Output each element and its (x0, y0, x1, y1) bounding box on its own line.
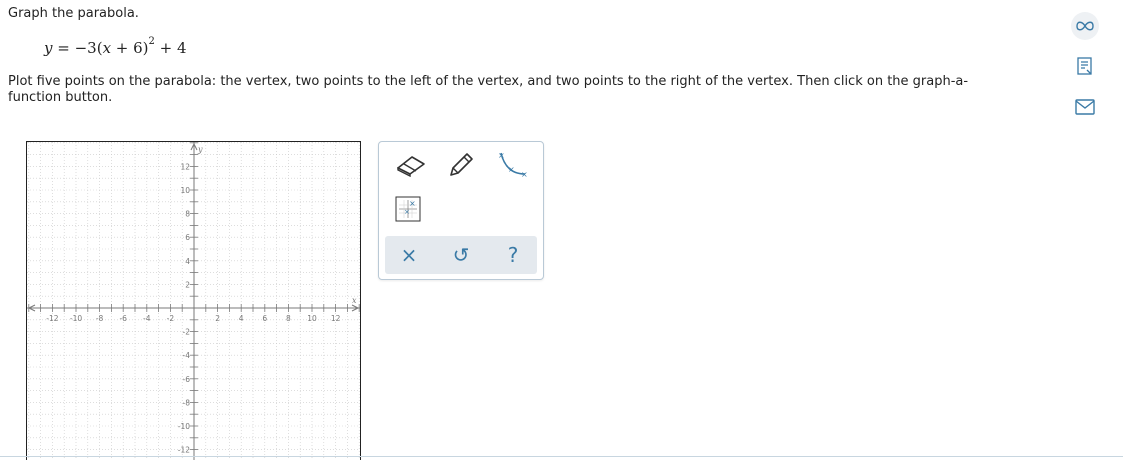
y-tick-label: -6 (183, 375, 191, 384)
help-button[interactable]: ? (491, 236, 535, 274)
y-tick-label: -8 (183, 398, 191, 407)
notes-icon (1075, 56, 1095, 80)
svg-text:×: × (498, 151, 505, 160)
y-tick-label: 8 (185, 210, 190, 219)
y-tick-label: 12 (180, 162, 190, 171)
equation-exponent: 2 (148, 36, 155, 47)
y-tick-label: -12 (178, 446, 190, 455)
y-tick-label: 6 (185, 233, 190, 242)
svg-text:×: × (409, 199, 416, 208)
equation-coef: −3( (74, 39, 103, 57)
x-tick-label: -2 (167, 314, 175, 323)
x-axis-label: x (352, 296, 357, 305)
equation-tail: + 4 (154, 39, 187, 57)
svg-text:×: × (404, 208, 410, 216)
y-tick-label: 4 (185, 257, 190, 266)
pencil-tool[interactable] (443, 150, 479, 184)
y-tick-label: -10 (178, 422, 190, 431)
x-tick-label: -10 (70, 314, 82, 323)
svg-text:×: × (508, 165, 515, 174)
tool-panel: × × × × × × ↺ ? (378, 141, 544, 280)
x-tick-label: -8 (96, 314, 104, 323)
pencil-icon (447, 151, 475, 183)
equation-inner: + 6) (111, 39, 149, 57)
x-tick-label: 10 (307, 314, 317, 323)
clear-button[interactable]: × (387, 236, 431, 274)
graph-a-function-button[interactable]: × × (393, 196, 423, 226)
x-tick-label: -6 (119, 314, 127, 323)
eraser-icon (395, 153, 427, 181)
infinity-icon (1075, 17, 1095, 36)
x-tick-label: 6 (262, 314, 267, 323)
coordinate-grid[interactable]: -12 -10 -8 -6 -4 -2 2 4 6 8 10 12 12 10 8 6 4 2 -2 -4 -6 -8 -1… (27, 142, 360, 460)
graph-a-function-icon: × × (395, 196, 421, 226)
x-tick-label: 2 (215, 314, 220, 323)
svg-text:×: × (521, 170, 528, 179)
x-tick-label: -12 (46, 314, 58, 323)
undo-button[interactable]: ↺ (439, 236, 483, 274)
y-tick-label: -4 (183, 351, 191, 360)
notes-button[interactable] (1071, 54, 1099, 82)
infinity-button[interactable] (1071, 12, 1099, 40)
instructions: Plot five points on the parabola: the ve… (8, 74, 969, 105)
y-axis-label: y (197, 145, 203, 154)
y-tick-label: -2 (183, 328, 191, 337)
action-bar: × ↺ ? (385, 236, 537, 274)
parabola-tool[interactable]: × × × (495, 150, 531, 184)
mail-button[interactable] (1071, 95, 1099, 123)
equation-equals: = (52, 39, 75, 57)
equation-var: x (102, 39, 112, 57)
graph-area[interactable]: -12 -10 -8 -6 -4 -2 2 4 6 8 10 12 12 10 8 6 4 2 -2 -4 -6 -8 -1… (26, 141, 361, 460)
y-tick-label: 10 (180, 186, 190, 195)
x-tick-label: 8 (286, 314, 291, 323)
bottom-divider (0, 456, 1123, 457)
x-tick-label: 12 (331, 314, 341, 323)
eraser-tool[interactable] (393, 150, 429, 184)
y-tick-label: 2 (185, 280, 190, 289)
mail-icon (1075, 99, 1095, 119)
equation: y = −3(x + 6)2 + 4 (44, 36, 187, 57)
x-tick-label: -4 (143, 314, 151, 323)
x-tick-label: 4 (239, 314, 244, 323)
problem-title: Graph the parabola. (8, 6, 139, 21)
parabola-curve-icon: × × × (498, 150, 528, 184)
